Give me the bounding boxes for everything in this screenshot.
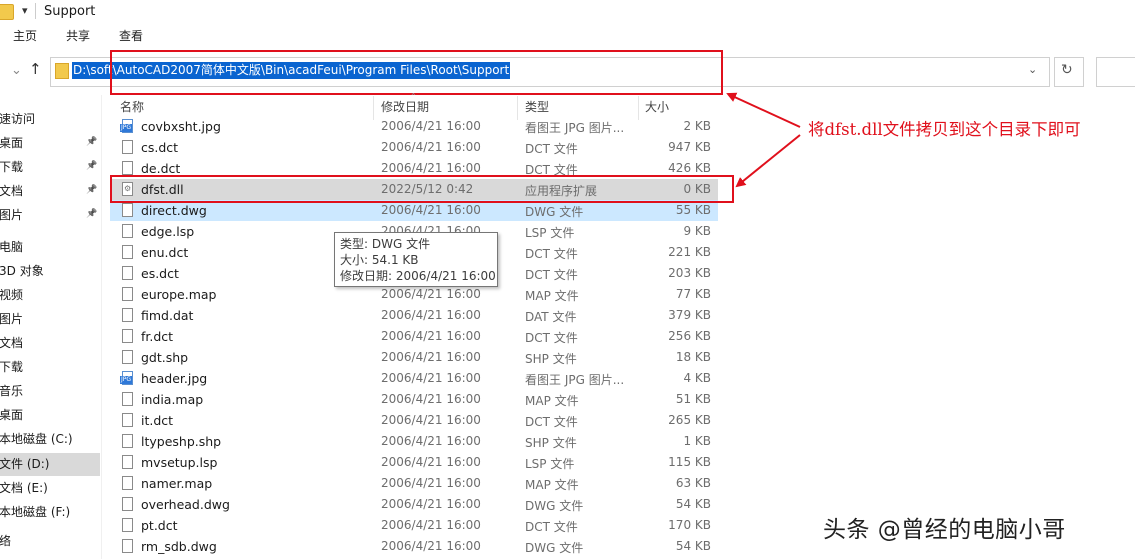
annotation-text: 将dfst.dll文件拷贝到这个目录下即可 xyxy=(808,120,1081,139)
arrow-to-address xyxy=(726,92,801,128)
arrow-to-file xyxy=(735,134,801,188)
annotation-arrows xyxy=(726,92,801,188)
watermark: 头条 @曾经的电脑小哥 xyxy=(823,517,1066,543)
